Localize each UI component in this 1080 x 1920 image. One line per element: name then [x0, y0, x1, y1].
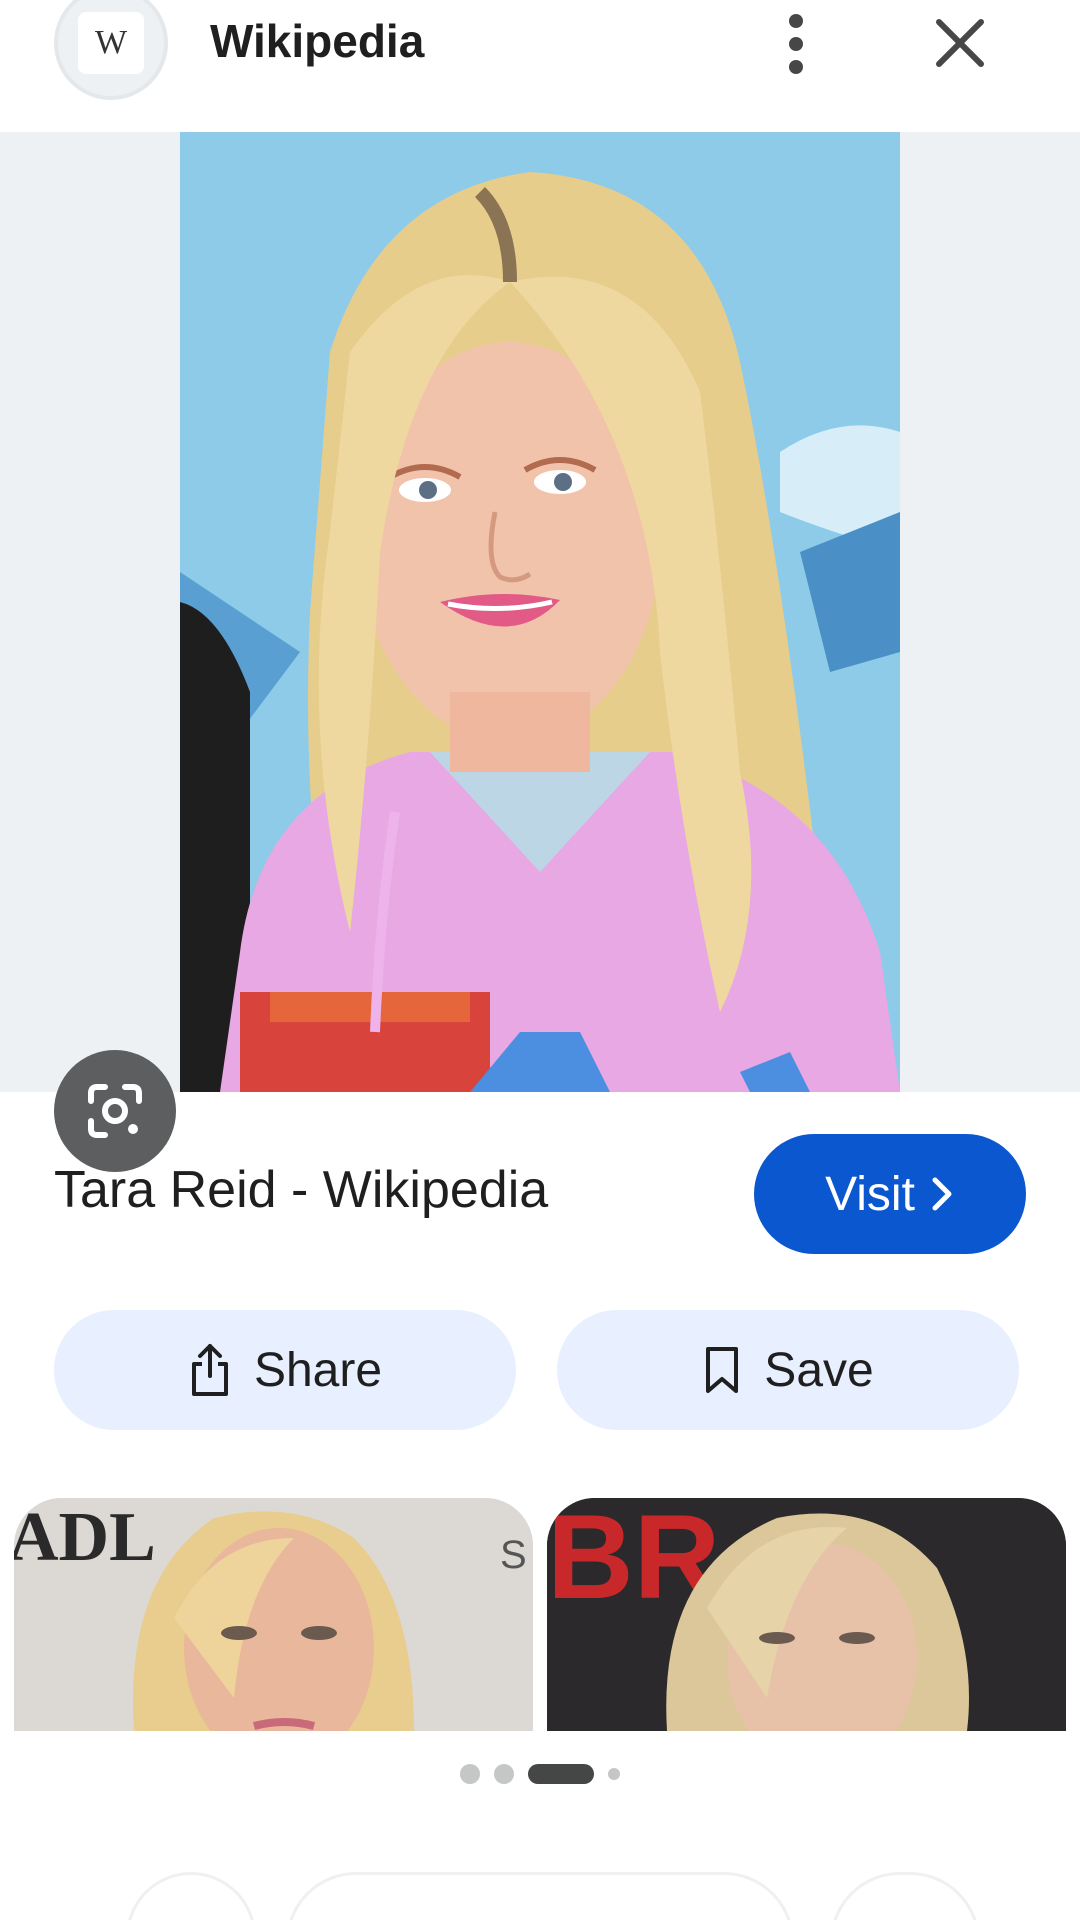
google-lens-button[interactable]	[54, 1050, 176, 1172]
chevron-right-icon	[932, 1177, 952, 1211]
main-image[interactable]	[180, 132, 900, 1092]
result-title[interactable]: Tara Reid - Wikipedia	[54, 1160, 548, 1220]
share-label: Share	[253, 1343, 383, 1397]
more-vert-dot	[789, 60, 803, 74]
site-name: Wikipedia	[210, 15, 425, 67]
bottom-action-chip[interactable]	[830, 1872, 980, 1920]
share-icon	[191, 1344, 228, 1396]
related-image-thumbnail[interactable]: ADL S	[14, 1498, 533, 1731]
carousel-pager	[0, 1762, 1080, 1786]
close-button[interactable]	[925, 8, 995, 78]
related-photo: BR	[547, 1498, 1066, 1731]
pager-dot[interactable]	[494, 1764, 514, 1784]
more-vert-dot	[789, 37, 803, 51]
related-photo: ADL S	[14, 1498, 533, 1731]
related-image-thumbnail[interactable]: BR	[547, 1498, 1066, 1731]
portrait-photo	[180, 132, 900, 1092]
bookmark-icon	[706, 1347, 739, 1393]
bottom-action-chip[interactable]	[126, 1872, 256, 1920]
visit-label: Visit	[825, 1167, 915, 1221]
image-viewer: W Wikipedia Tara Reid - Wikipedia Visit …	[0, 0, 1080, 1920]
image-preview-area	[0, 132, 1080, 1172]
close-icon	[936, 19, 984, 67]
thumb-overlay-side-text: S	[500, 1533, 527, 1577]
pager-dot-active[interactable]	[528, 1764, 594, 1784]
pager-dot[interactable]	[608, 1768, 620, 1780]
save-label: Save	[764, 1343, 874, 1397]
pager-dot[interactable]	[460, 1764, 480, 1784]
site-favicon[interactable]: W	[54, 0, 168, 100]
visit-button[interactable]: Visit	[754, 1134, 1026, 1254]
thumb-overlay-text: ADL	[14, 1499, 156, 1576]
more-options-button[interactable]	[766, 4, 826, 84]
save-button[interactable]: Save	[557, 1310, 1019, 1430]
share-button[interactable]: Share	[54, 1310, 516, 1430]
related-images: ADL S BR	[14, 1498, 1066, 1731]
viewer-header: W Wikipedia	[0, 0, 1080, 130]
google-lens-icon	[88, 1084, 142, 1138]
more-vert-icon	[789, 14, 803, 28]
wikipedia-logo-icon: W	[78, 12, 144, 74]
bottom-action-chip[interactable]	[286, 1872, 794, 1920]
